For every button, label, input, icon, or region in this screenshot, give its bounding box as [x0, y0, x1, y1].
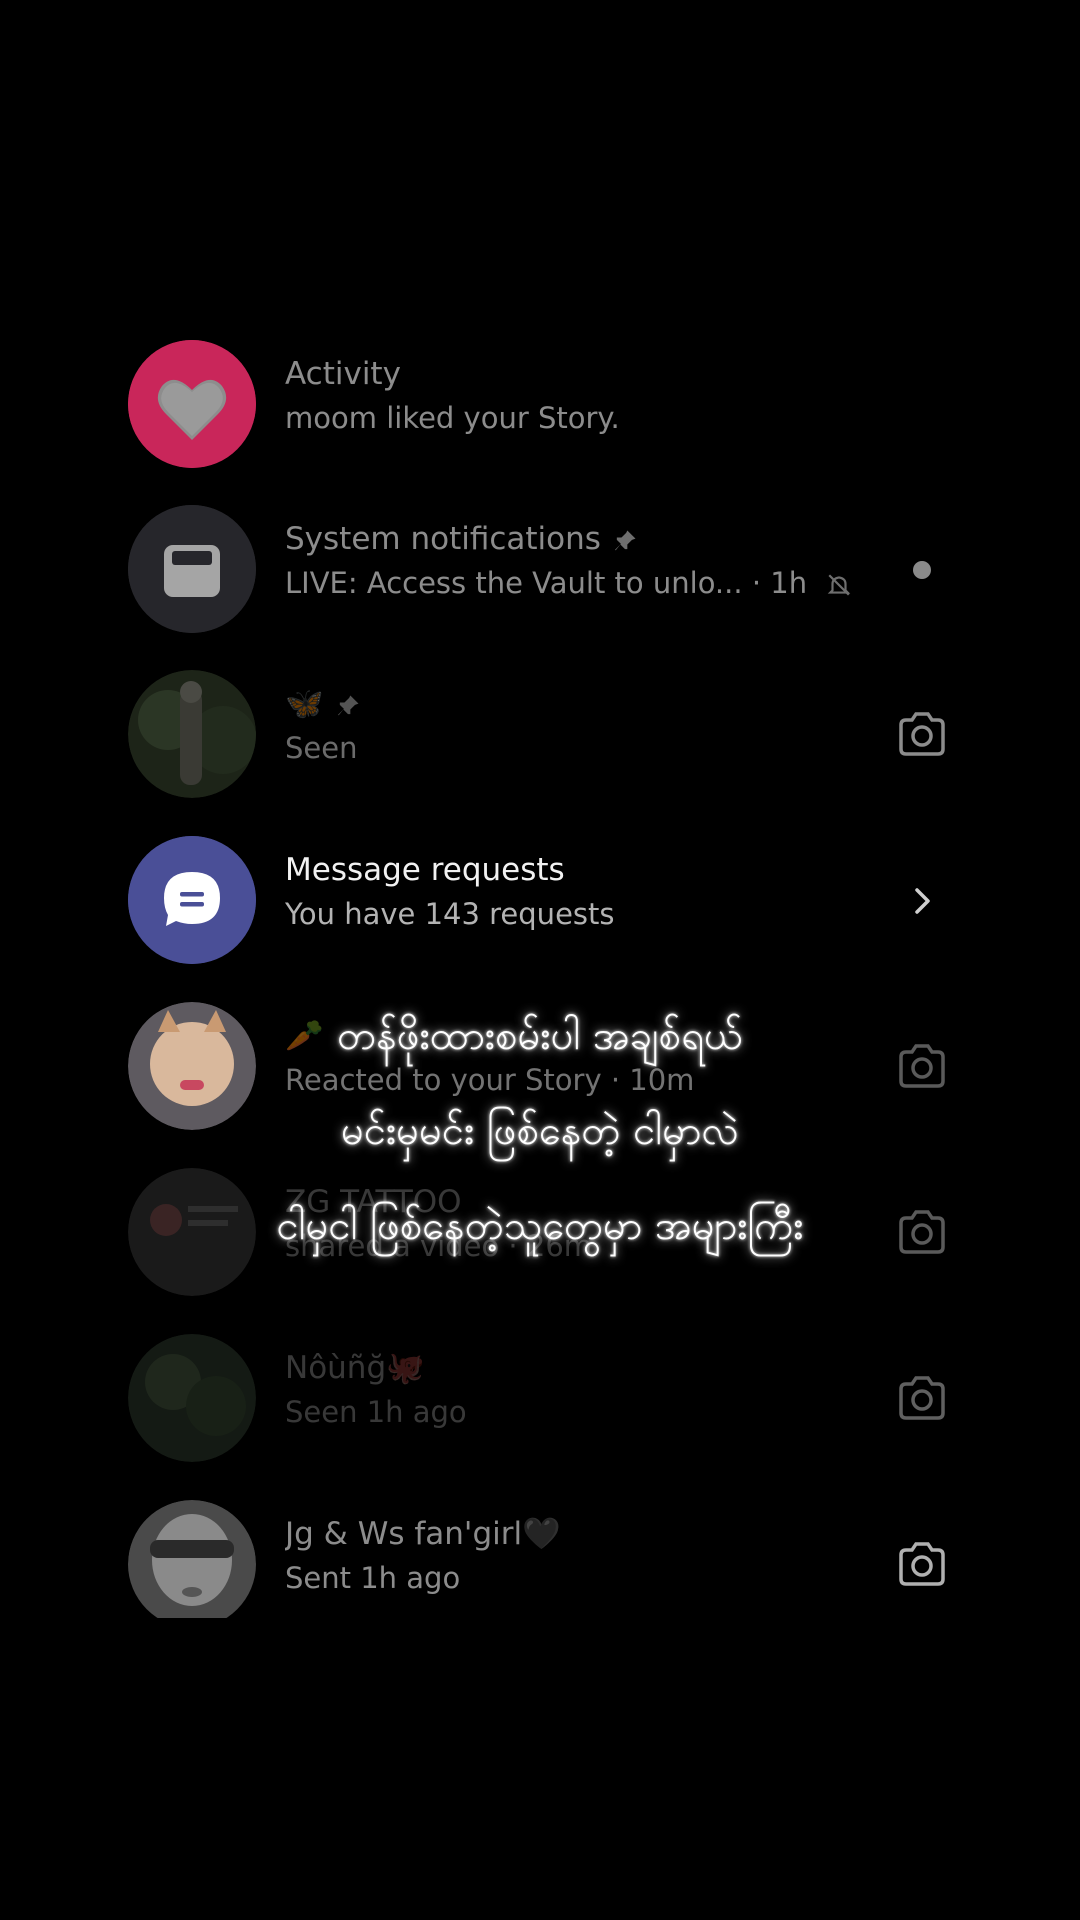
camera-button[interactable] — [895, 1538, 949, 1592]
activity-title: Activity — [285, 356, 401, 392]
lyric-line-2: မင်းမှမင်း ဖြစ်နေတဲ့ ငါမှာလဲ — [340, 1108, 739, 1154]
camera-button[interactable] — [895, 708, 949, 762]
message-requests-row[interactable]: Message requests You have 143 requests — [0, 826, 1080, 976]
butterfly-chat-title: 🦋 — [285, 682, 860, 726]
jg-ws-fangirl-chat-subtitle: Sent 1h ago — [285, 1561, 461, 1595]
heart-icon — [128, 340, 256, 468]
camera-icon — [899, 1542, 945, 1586]
activity-avatar — [128, 340, 256, 468]
camera-icon — [899, 1376, 945, 1420]
jg-ws-fangirl-chat-row[interactable]: Jg & Ws fan'girl🖤 Sent 1h ago — [0, 1490, 1080, 1640]
chevron-right-icon[interactable] — [895, 874, 949, 928]
noung-chat-title: Nôùñğ🐙 — [285, 1350, 425, 1386]
message-requests-avatar — [128, 836, 256, 964]
message-requests-title: Message requests — [285, 852, 565, 888]
butterfly-chat-subtitle: Seen — [285, 731, 358, 765]
noung-chat-row[interactable]: Nôùñğ🐙 Seen 1h ago — [0, 1324, 1080, 1474]
camera-button[interactable] — [895, 1372, 949, 1426]
message-requests-subtitle: You have 143 requests — [285, 897, 615, 931]
pin-icon — [337, 695, 359, 715]
system-notifications-title: System notifications — [285, 517, 860, 561]
jg-ws-fangirl-chat-avatar — [128, 1500, 256, 1618]
camera-icon — [899, 712, 945, 756]
chat-bubble-icon — [128, 836, 256, 964]
jg-ws-fangirl-chat-title: Jg & Ws fan'girl🖤 — [285, 1516, 561, 1552]
noung-chat-subtitle: Seen 1h ago — [285, 1395, 467, 1429]
butterfly-chat-row[interactable]: 🦋 Seen — [0, 660, 1080, 810]
inbox-icon — [128, 505, 256, 633]
activity-subtitle: moom liked your Story. — [285, 401, 620, 435]
activity-row[interactable]: Activity moom liked your Story. — [0, 330, 1080, 480]
lyric-line-1: တန်ဖိုးထားစမ်းပါ အချစ်ရယ် — [337, 1013, 743, 1059]
system-notifications-avatar — [128, 505, 256, 633]
lyric-line-3: ငါမှငါ ဖြစ်နေတဲ့သူတွေမှာ အများကြီး — [276, 1203, 804, 1249]
system-notifications-row[interactable]: System notifications LIVE: Access the Va… — [0, 495, 1080, 645]
unread-dot — [895, 543, 949, 597]
pin-icon — [615, 530, 636, 550]
noung-chat-avatar — [128, 1334, 256, 1462]
muted-bell-icon — [828, 574, 851, 596]
butterfly-chat-avatar — [128, 670, 256, 798]
system-notifications-subtitle: LIVE: Access the Vault to unlo... · 1h — [285, 561, 860, 605]
